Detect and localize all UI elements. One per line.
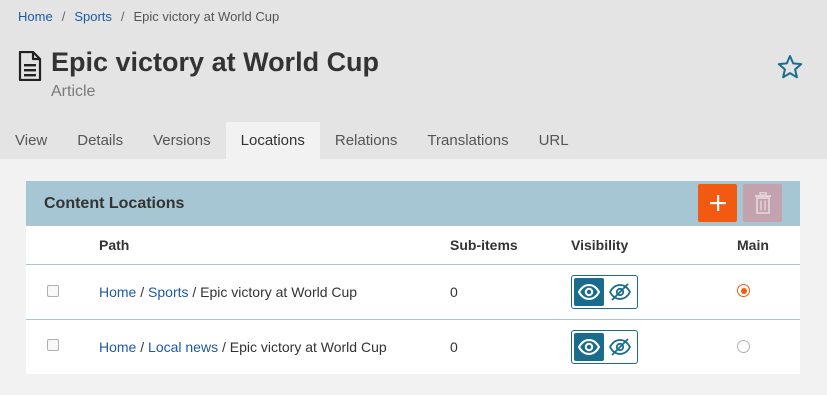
bookmark-star-icon[interactable] <box>777 54 803 80</box>
eye-slash-icon <box>609 283 632 301</box>
row-select-checkbox[interactable] <box>47 339 59 351</box>
location-path: Home / Sports / Epic victory at World Cu… <box>99 284 357 300</box>
visibility-toggle <box>571 330 638 364</box>
reveal-button[interactable] <box>574 278 604 306</box>
breadcrumb: Home / Sports / Epic victory at World Cu… <box>18 9 279 24</box>
eye-icon <box>577 284 600 300</box>
tab-view[interactable]: View <box>0 122 62 159</box>
path-link[interactable]: Home <box>99 339 136 355</box>
column-header-main: Main <box>737 237 769 253</box>
subitems-count: 0 <box>450 339 458 355</box>
reveal-button[interactable] <box>574 333 604 361</box>
breadcrumb-sports[interactable]: Sports <box>74 9 112 24</box>
content-locations-panel: Content Locations Path Sub-items Visibil… <box>26 181 800 374</box>
plus-icon <box>709 195 726 211</box>
path-link[interactable]: Local news <box>148 339 218 355</box>
main-location-radio[interactable] <box>737 340 750 353</box>
breadcrumb-home[interactable]: Home <box>18 9 53 24</box>
page-title: Epic victory at World Cup <box>51 47 380 77</box>
path-link[interactable]: Home <box>99 284 136 300</box>
path-leaf: Epic victory at World Cup <box>229 339 387 355</box>
subitems-count: 0 <box>450 284 458 300</box>
column-header-visibility: Visibility <box>571 237 629 253</box>
article-icon <box>18 51 42 81</box>
eye-slash-icon <box>609 338 632 356</box>
page-header: Home / Sports / Epic victory at World Cu… <box>0 0 827 159</box>
tab-details[interactable]: Details <box>62 122 138 159</box>
table-row: Home / Sports / Epic victory at World Cu… <box>26 265 800 320</box>
visibility-toggle <box>571 275 638 309</box>
column-header-path: Path <box>99 237 130 253</box>
tab-locations[interactable]: Locations <box>225 122 320 159</box>
path-separator: / <box>140 284 149 300</box>
hide-button[interactable] <box>606 278 636 306</box>
add-location-button[interactable] <box>698 184 737 222</box>
hide-button[interactable] <box>606 333 636 361</box>
breadcrumb-separator: / <box>61 9 66 24</box>
tab-url[interactable]: URL <box>524 122 584 159</box>
path-leaf: Epic victory at World Cup <box>200 284 358 300</box>
trash-icon <box>754 192 771 214</box>
column-header-subitems: Sub-items <box>450 237 518 253</box>
tab-relations[interactable]: Relations <box>320 122 413 159</box>
row-select-checkbox[interactable] <box>47 285 59 297</box>
path-separator: / <box>192 284 201 300</box>
delete-location-button[interactable] <box>743 184 782 222</box>
main-location-radio[interactable] <box>737 284 750 297</box>
path-link[interactable]: Sports <box>148 284 188 300</box>
tab-bar: View Details Versions Locations Relation… <box>0 122 584 159</box>
eye-icon <box>577 339 600 355</box>
path-separator: / <box>140 339 149 355</box>
breadcrumb-current: Epic victory at World Cup <box>133 9 280 24</box>
location-path: Home / Local news / Epic victory at Worl… <box>99 339 387 355</box>
table-header-row: Path Sub-items Visibility Main <box>26 226 800 265</box>
panel-header: Content Locations <box>26 181 800 226</box>
panel-title: Content Locations <box>44 194 185 212</box>
tab-versions[interactable]: Versions <box>138 122 226 159</box>
table-row: Home / Local news / Epic victory at Worl… <box>26 320 800 374</box>
content-type-label: Article <box>51 83 96 100</box>
breadcrumb-separator: / <box>120 9 125 24</box>
path-separator: / <box>221 339 230 355</box>
tab-translations[interactable]: Translations <box>412 122 523 159</box>
